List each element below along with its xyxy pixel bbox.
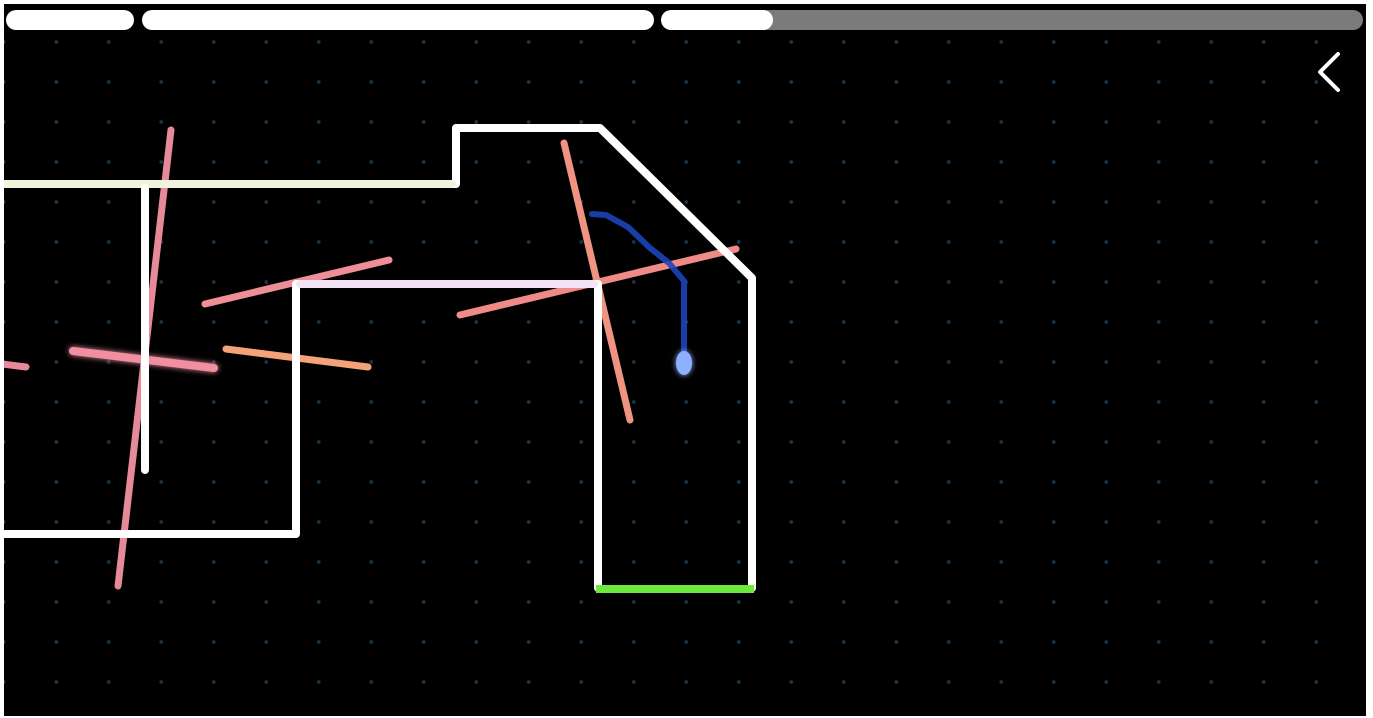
chevron-left-icon[interactable] (1312, 48, 1348, 96)
laser-pink-short-left (4, 360, 30, 371)
ball-icon[interactable] (676, 351, 692, 375)
level-canvas[interactable] (4, 4, 1366, 716)
laser-group (4, 126, 740, 590)
ball-trail (589, 211, 687, 359)
wall-lower (4, 280, 602, 592)
game-board[interactable] (4, 4, 1366, 716)
